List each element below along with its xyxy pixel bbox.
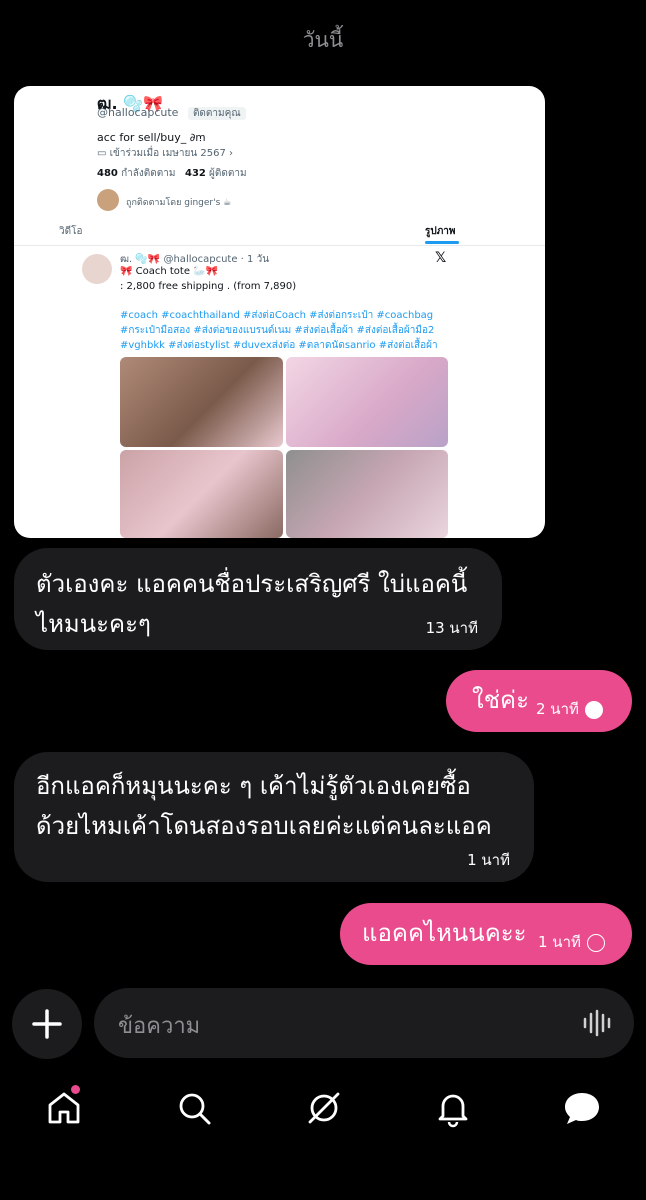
message-input[interactable]: ข้อความ bbox=[94, 988, 634, 1058]
message-input-placeholder: ข้อความ bbox=[118, 1014, 201, 1039]
follower-avatar bbox=[97, 189, 119, 211]
message-time: 13 นาที bbox=[425, 619, 478, 637]
message-text-line: ด้วยไหมเค้าโดนสองรอบเลยค่ะแต่คนละแอค bbox=[36, 812, 492, 840]
tab-videos[interactable]: วิดีโอ bbox=[59, 224, 83, 239]
tweet-photo-2[interactable] bbox=[286, 357, 448, 447]
home-icon[interactable] bbox=[44, 1088, 84, 1128]
messages-icon[interactable] bbox=[562, 1088, 602, 1128]
tweet-photo-1[interactable] bbox=[120, 357, 283, 447]
following-label: กำลังติดตาม bbox=[121, 168, 176, 179]
message-text: ใช่ค่ะ bbox=[472, 686, 529, 714]
tweet-line-1: 🎀 Coach tote 🦢🎀 bbox=[120, 266, 219, 277]
add-attachment-button[interactable] bbox=[12, 989, 82, 1059]
followers-count: 432 bbox=[184, 168, 206, 179]
notifications-icon[interactable] bbox=[433, 1088, 473, 1128]
followers-label: ผู้ติดตาม bbox=[209, 168, 247, 179]
tweet-author: ฒ. 🫧🎀 @hallocapcute · 1 วัน bbox=[120, 254, 270, 265]
outgoing-message-bubble[interactable]: แอคคไหนนคะะ 1 นาที bbox=[340, 903, 632, 965]
read-check-icon bbox=[584, 700, 603, 719]
tweet-photo-3[interactable] bbox=[120, 450, 283, 538]
voice-message-icon[interactable] bbox=[582, 1009, 614, 1037]
profile-bio: acc for sell/buy_ ∂ꭑ bbox=[97, 131, 206, 144]
active-tab-indicator bbox=[425, 241, 459, 244]
tab-photos[interactable]: รูปภาพ bbox=[425, 224, 456, 239]
sent-check-icon bbox=[586, 933, 605, 952]
message-text-line: ไหมนะคะๆ bbox=[36, 610, 151, 638]
message-text-line: อีกแอคก็หมุนนะคะ ๆ เค้าไม่รู้ตัวเองเคยซื… bbox=[36, 772, 471, 800]
message-time: 1 นาที bbox=[467, 851, 510, 869]
shared-profile-card[interactable]: ฒ. 🫧🎀 @hallocapcute ติดตามคุณ acc for se… bbox=[14, 86, 545, 538]
outgoing-message-bubble[interactable]: ใช่ค่ะ 2 นาที bbox=[446, 670, 632, 732]
x-logo-icon: 𝕏 bbox=[435, 250, 447, 266]
incoming-message-bubble[interactable]: ตัวเองคะ แอคคนชื่อประเสริญศรี ใบ่แอคนี้ … bbox=[14, 548, 502, 650]
tweet-line-2: : 2,800 free shipping . (from 7,890) bbox=[120, 281, 297, 292]
message-time: 1 นาที bbox=[538, 933, 581, 951]
followed-by-text: ถูกติดตามโดย ginger's ☕ bbox=[126, 198, 232, 208]
profile-joined: เข้าร่วมเมื่อ เมษายน 2567 bbox=[109, 148, 226, 159]
tweet-photo-4[interactable] bbox=[286, 450, 448, 538]
profile-handle: @hallocapcute bbox=[97, 106, 179, 119]
following-count: 480 bbox=[97, 168, 118, 179]
tab-divider bbox=[14, 245, 545, 246]
follows-you-badge: ติดตามคุณ bbox=[187, 107, 246, 120]
tweet-avatar bbox=[82, 254, 112, 284]
incoming-message-bubble[interactable]: อีกแอคก็หมุนนะคะ ๆ เค้าไม่รู้ตัวเองเคยซื… bbox=[14, 752, 534, 882]
plus-icon bbox=[32, 1009, 62, 1039]
profile-stats: 480 กำลังติดตาม 432 ผู้ติดตาม bbox=[97, 166, 247, 181]
message-text: แอคคไหนนคะะ bbox=[362, 919, 527, 947]
search-icon[interactable] bbox=[174, 1088, 214, 1128]
date-separator: วันนี้ bbox=[302, 28, 344, 52]
message-text-line: ตัวเองคะ แอคคนชื่อประเสริญศรี ใบ่แอคนี้ bbox=[36, 570, 468, 598]
chevron-right-icon: › bbox=[229, 148, 234, 159]
calendar-icon: ▭ bbox=[97, 148, 107, 159]
tweet-hashtags: #coach #coachthailand #ส่งต่อCoach #ส่งต… bbox=[120, 310, 438, 351]
message-time: 2 นาที bbox=[536, 700, 579, 718]
communities-icon[interactable] bbox=[304, 1088, 344, 1128]
